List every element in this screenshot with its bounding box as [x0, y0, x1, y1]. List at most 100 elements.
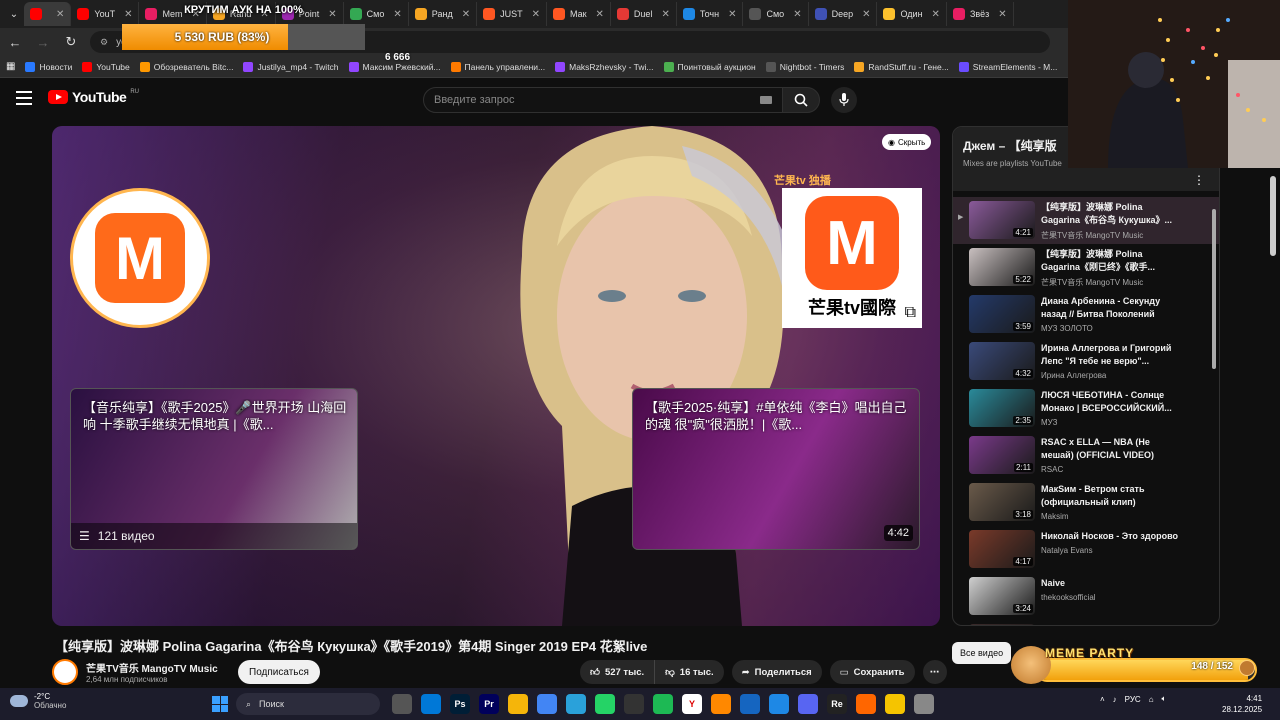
taskbar-app-icon[interactable]	[798, 694, 818, 714]
close-icon[interactable]: ✕	[728, 9, 736, 20]
taskbar-search[interactable]: ⌕ Поиск	[236, 693, 380, 715]
windows-start-icon[interactable]	[212, 696, 228, 712]
playlist-item[interactable]: 3:24 Naive thekooksofficial	[953, 573, 1219, 620]
close-icon[interactable]: ✕	[932, 9, 940, 20]
back-button[interactable]: ←	[6, 33, 24, 51]
dislike-button[interactable]: 👎︎ 16 тыс.	[654, 660, 724, 684]
tab-search-button[interactable]: ⌄	[4, 4, 24, 24]
taskbar-clock[interactable]: 4:41 28.12.2025	[1222, 693, 1262, 715]
voice-search-button[interactable]	[831, 87, 857, 113]
taskbar-app-icon[interactable]	[740, 694, 760, 714]
search-button[interactable]	[782, 87, 820, 113]
taskbar-app-icon[interactable]	[885, 694, 905, 714]
endcard-video[interactable]: 【歌手2025·纯享】#单依纯《李白》唱出自己的魂 很"疯"很洒脱！|《歌...…	[632, 388, 920, 550]
more-actions-button[interactable]: ⋯	[922, 660, 947, 684]
bookmark-item[interactable]: Панель управлени...	[450, 61, 545, 72]
browser-tab[interactable]: Duel ✕	[611, 2, 677, 26]
channel-avatar[interactable]	[52, 659, 78, 685]
microphone-icon[interactable]: ♪	[1113, 695, 1117, 704]
bookmark-item[interactable]: Максим Ржевский...	[348, 61, 441, 72]
more-vertical-icon[interactable]: ⋮	[1193, 173, 1205, 187]
playlist-item[interactable]: 5:22 【纯享版】波琳娜 Polina Gagarina《刚已终》《歌手... 芒…	[953, 244, 1219, 291]
taskbar-app-icon[interactable]	[566, 694, 586, 714]
playlist-item[interactable]: 4:32 Ирина Аллегрова и Григорий Лепс "Я т…	[953, 338, 1219, 385]
bookmark-item[interactable]: Новости	[25, 61, 72, 72]
playlist-item[interactable]: 2:11 RSAC x ELLA — NBA (Не мешай) (OFFICI…	[953, 432, 1219, 479]
playlist-item[interactable]: 3:59 Диана Арбенина - Секунду назад // Би…	[953, 291, 1219, 338]
chevron-up-icon[interactable]: ˄	[1100, 695, 1105, 704]
bookmark-item[interactable]: Justilya_mp4 - Twitch	[243, 61, 339, 72]
search-input[interactable]: Введите запрос	[423, 87, 783, 113]
network-icon[interactable]: ⌂	[1149, 695, 1154, 704]
playlist-item[interactable]: 4:17 Николай Носков - Это здорово Natalya …	[953, 526, 1219, 573]
like-button[interactable]: 👍︎ 527 тыс.	[580, 660, 655, 684]
volume-icon[interactable]: 🔈︎	[1162, 694, 1167, 704]
language-indicator[interactable]: РУС	[1125, 695, 1141, 704]
playlist-item[interactable]: Eminem & Rihanna Perform	[953, 620, 1219, 625]
close-icon[interactable]: ✕	[661, 9, 669, 20]
mango-tv-logo-card[interactable]: M 芒果tv國際 ⧉	[782, 188, 922, 328]
playlist-item[interactable]: 2:35 ЛЮСЯ ЧЕБОТИНА - Солнце Монако | ВСЕР…	[953, 385, 1219, 432]
bookmark-item[interactable]: MaksRzhevsky - Twi...	[555, 61, 654, 72]
close-icon[interactable]: ✕	[998, 9, 1006, 20]
page-scrollbar[interactable]	[1268, 168, 1280, 688]
taskbar-app-icon[interactable]	[711, 694, 731, 714]
weather-widget[interactable]: -2°C Облачно	[10, 692, 66, 710]
taskbar-app-icon[interactable]	[769, 694, 789, 714]
taskbar-app-icon[interactable]	[653, 694, 673, 714]
taskbar-app-icon[interactable]: Ps	[450, 694, 470, 714]
taskbar-app-icon[interactable]	[856, 694, 876, 714]
taskbar-app-icon[interactable]	[392, 694, 412, 714]
youtube-logo[interactable]: YouTube RU	[48, 89, 139, 105]
close-icon[interactable]: ✕	[596, 9, 604, 20]
menu-icon[interactable]	[16, 91, 32, 105]
reload-button[interactable]: ↻	[62, 33, 80, 51]
taskbar-app-icon[interactable]: Pr	[479, 694, 499, 714]
close-icon[interactable]: ✕	[56, 9, 64, 20]
browser-tab[interactable]: Deep ✕	[809, 2, 878, 26]
keyboard-icon[interactable]	[760, 96, 772, 104]
browser-tab[interactable]: Смо ✕	[743, 2, 809, 26]
taskbar-app-icon[interactable]	[421, 694, 441, 714]
taskbar-app-icon[interactable]	[624, 694, 644, 714]
browser-tab[interactable]: ✕	[24, 2, 72, 26]
playlist-scrollbar[interactable]	[1211, 203, 1217, 615]
save-button[interactable]: ▭ Сохранить	[829, 660, 915, 684]
browser-tab[interactable]: Точн ✕	[677, 2, 744, 26]
close-icon[interactable]: ✕	[462, 9, 470, 20]
close-icon[interactable]: ✕	[793, 9, 801, 20]
browser-tab[interactable]: Ранд ✕	[409, 2, 478, 26]
browser-tab[interactable]: Звёз ✕	[947, 2, 1014, 26]
share-button[interactable]: ➦ Поделиться	[731, 660, 822, 684]
bookmark-item[interactable]: Поинтовый аукцион	[663, 61, 756, 72]
bookmark-item[interactable]: StreamElements - M...	[958, 61, 1057, 72]
bookmark-item[interactable]: RandStuff.ru - Гене...	[854, 61, 949, 72]
taskbar-app-icon[interactable]	[508, 694, 528, 714]
browser-tab[interactable]: Один ✕	[877, 2, 947, 26]
endcard-playlist[interactable]: 【音乐纯享】《歌手2025》🎤世界开场 山海回响 十季歌手继续无惧地真 |《歌.…	[70, 388, 358, 550]
browser-tab[interactable]: JUST ✕	[477, 2, 547, 26]
bookmark-item[interactable]: Обозреватель Bitc...	[139, 61, 233, 72]
bookmark-item[interactable]: YouTube	[82, 61, 130, 72]
playlist-item[interactable]: 3:18 МакSим - Ветром стать (официальный к…	[953, 479, 1219, 526]
hide-cards-button[interactable]: ◉ Скрыть	[882, 134, 932, 150]
video-player[interactable]: ◉ Скрыть M 芒果tv 独播 M 芒果tv國際 ⧉ 【音乐纯享】《歌手2…	[52, 126, 940, 626]
channel-name[interactable]: 芒果TV音乐 MangoTV Music	[86, 660, 218, 675]
close-icon[interactable]: ✕	[862, 9, 870, 20]
bookmark-item[interactable]: Nightbot - Timers	[765, 61, 844, 72]
all-videos-chip[interactable]: Все видео	[952, 642, 1012, 664]
close-icon[interactable]: ✕	[532, 9, 540, 20]
taskbar-app-icon[interactable]	[537, 694, 557, 714]
playlist-item[interactable]: ▶ 4:21 【纯享版】波琳娜 Polina Gagarina《布谷鸟 Кукушк…	[953, 197, 1219, 244]
taskbar-app-icon[interactable]	[914, 694, 934, 714]
apps-grid-icon[interactable]: ▦	[6, 61, 15, 72]
taskbar-app-icon[interactable]: Y	[682, 694, 702, 714]
taskbar-app-icon[interactable]	[595, 694, 615, 714]
browser-tab[interactable]: Мак ✕	[547, 2, 611, 26]
site-info-icon[interactable]: ⚙	[100, 37, 108, 48]
subscribe-button[interactable]: Подписаться	[238, 660, 320, 684]
channel-watermark[interactable]: M	[70, 188, 210, 328]
close-icon[interactable]: ✕	[393, 9, 401, 20]
forward-button[interactable]: →	[34, 33, 52, 51]
taskbar-app-icon[interactable]: Re	[827, 694, 847, 714]
